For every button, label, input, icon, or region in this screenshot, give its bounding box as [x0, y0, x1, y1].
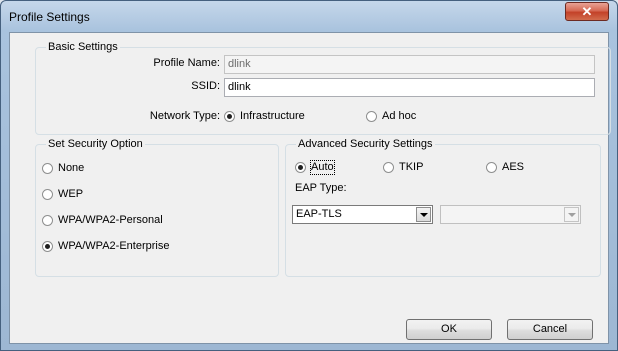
radio-cipher-aes[interactable]: AES	[486, 161, 524, 174]
radio-infrastructure-label: Infrastructure	[240, 110, 305, 122]
profile-name-label: Profile Name:	[153, 57, 220, 69]
radio-indicator	[224, 111, 235, 122]
advanced-security-legend: Advanced Security Settings	[296, 138, 435, 151]
ok-button[interactable]: OK	[406, 319, 492, 340]
basic-settings-legend: Basic Settings	[46, 41, 120, 54]
radio-indicator	[42, 215, 53, 226]
radio-indicator	[42, 241, 53, 252]
cancel-button[interactable]: Cancel	[507, 319, 593, 340]
radio-indicator	[42, 163, 53, 174]
radio-security-wep[interactable]: WEP	[42, 188, 83, 201]
ssid-label: SSID:	[191, 80, 220, 92]
radio-security-none-label: None	[58, 162, 85, 174]
profile-settings-window: Profile Settings ✕ Basic Settings Profil…	[0, 0, 618, 351]
security-option-legend: Set Security Option	[46, 138, 145, 151]
radio-security-none[interactable]: None	[42, 162, 84, 175]
radio-cipher-tkip-label: TKIP	[399, 161, 424, 173]
radio-cipher-tkip[interactable]: TKIP	[383, 161, 423, 174]
close-icon: ✕	[581, 4, 593, 19]
eap-secondary-select[interactable]	[440, 205, 581, 224]
radio-cipher-auto[interactable]: Auto	[295, 160, 335, 175]
eap-type-value: EAP-TLS	[296, 208, 342, 220]
radio-security-wpa-personal-label: WPA/WPA2-Personal	[58, 214, 163, 226]
radio-cipher-aes-label: AES	[502, 161, 525, 173]
network-type-label: Network Type:	[149, 110, 220, 122]
radio-indicator	[366, 111, 377, 122]
radio-indicator	[383, 162, 394, 173]
radio-indicator	[42, 189, 53, 200]
chevron-down-icon[interactable]	[564, 207, 579, 222]
close-button[interactable]: ✕	[565, 2, 609, 21]
radio-security-wpa-enterprise[interactable]: WPA/WPA2-Enterprise	[42, 240, 169, 253]
radio-security-wpa-enterprise-label: WPA/WPA2-Enterprise	[58, 240, 170, 252]
eap-type-label: EAP Type:	[295, 182, 347, 194]
radio-infrastructure[interactable]: Infrastructure	[224, 110, 305, 123]
radio-security-wpa-personal[interactable]: WPA/WPA2-Personal	[42, 214, 163, 227]
chevron-down-icon[interactable]	[416, 207, 431, 222]
radio-ad-hoc-label: Ad hoc	[382, 110, 417, 122]
ssid-field[interactable]: dlink	[224, 78, 595, 97]
radio-indicator	[295, 162, 306, 173]
radio-security-wep-label: WEP	[58, 188, 84, 200]
radio-ad-hoc[interactable]: Ad hoc	[366, 110, 416, 123]
dialog-body: Basic Settings Profile Name: dlink SSID:…	[9, 32, 611, 344]
title-bar[interactable]: Profile Settings ✕	[1, 1, 617, 31]
eap-type-select[interactable]: EAP-TLS	[292, 205, 433, 224]
profile-name-field[interactable]: dlink	[224, 55, 595, 74]
window-title: Profile Settings	[9, 10, 90, 24]
radio-indicator	[486, 162, 497, 173]
radio-cipher-auto-label: Auto	[310, 160, 335, 175]
